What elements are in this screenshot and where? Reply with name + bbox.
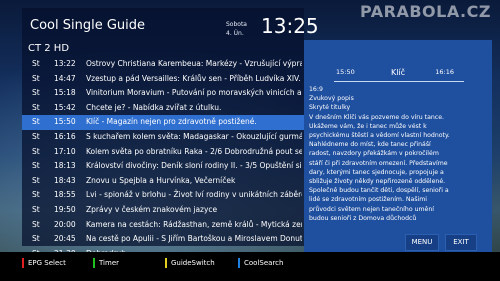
description-line: Nahlédneme do míst, kde tanec přináší [309, 141, 431, 149]
program-row[interactable]: St 18:13 Království divočiny: Deník sloní … [22, 159, 304, 174]
program-day: St [32, 219, 40, 229]
description-line: lidé se zdravotním postižením. Našimi [309, 196, 428, 204]
epg-guide-panel: Cool Single Guide Sobota 4. Ún. 13:25 CT… [22, 8, 319, 272]
program-time: 19:50 [54, 204, 76, 214]
description-line: průvodci světem nejen tanečního umění [309, 205, 434, 213]
program-time: 18:55 [54, 190, 76, 200]
program-day: St [32, 234, 40, 244]
program-time: 16:16 [54, 131, 76, 141]
description-line: sbližuje životy někdy nepřirozeně odděle… [309, 178, 446, 186]
program-day: St [32, 161, 40, 171]
clock: 13:25 [261, 14, 319, 38]
program-name: Kamera na cestách: Rádžasthan, země král… [86, 219, 302, 229]
program-name: Království divočiny: Deník sloní rodiny … [86, 161, 302, 171]
description-line: Ukážeme vám, že i tanec může vést k [309, 122, 427, 130]
program-day: St [32, 73, 40, 83]
program-end-time: 16:16 [435, 68, 454, 76]
program-time: 15:42 [54, 102, 76, 112]
program-name: Chcete je? - Nabídka zvířat z útulku. [86, 102, 222, 112]
color-key-label: EPG Select [28, 259, 66, 267]
program-day: St [32, 117, 40, 127]
color-key-swatch [22, 258, 24, 268]
description-line: Společně budou tančit děti, dospělí, sen… [309, 187, 449, 195]
program-day: St [32, 102, 40, 112]
program-name: Lvi - spionáž v brlohu - Život lví rodin… [86, 190, 302, 200]
description-line: V dnešním Klíči vás pozveme do víru tanc… [309, 113, 444, 121]
program-description: 16:9 Zvukový popis Skryté titulky V dnešním… [309, 85, 489, 223]
program-time: 17:10 [54, 146, 76, 156]
program-time: 14:47 [54, 73, 76, 83]
description-line: psychickému štěstí a vědomí vlastní hodn… [309, 132, 450, 140]
color-key-label: CoolSearch [244, 259, 284, 267]
date-label: 4. Ún. [226, 30, 244, 37]
program-name: Vinitorium Moravium - Putování po moravs… [86, 88, 302, 98]
program-row[interactable]: St 15:42 Chcete je? - Nabídka zvířat z útu… [22, 101, 304, 116]
program-row[interactable]: St 13:22 Ostrovy Christiana Karembeua: Mar… [22, 57, 304, 72]
program-row[interactable]: St 18:43 Znovu u Spejbla a Hurvínka, Večer… [22, 174, 304, 189]
program-row[interactable]: St 19:50 Zprávy v českém znakovém jazyce [22, 203, 304, 218]
program-list: St 13:22 Ostrovy Christiana Karembeua: Mar… [22, 57, 304, 276]
program-day: St [32, 204, 40, 214]
description-line: dary, kterými tanec sjednocuje, propojuj… [309, 168, 444, 176]
program-time: 18:13 [54, 161, 76, 171]
description-line: budou senioři z Domova důchodců [309, 214, 417, 222]
program-time: 15:50 [54, 117, 76, 127]
exit-button[interactable]: EXIT [445, 234, 477, 251]
date-display: Sobota 4. Ún. [226, 20, 247, 38]
color-key-label: GuideSwitch [171, 259, 215, 267]
color-key-swatch [93, 258, 95, 268]
program-day: St [32, 175, 40, 185]
program-row[interactable]: St 15:18 Vinitorium Moravium - Putování po… [22, 86, 304, 101]
program-day: St [32, 131, 40, 141]
program-row[interactable]: St 15:50 Klíč - Magazín nejen pro zdravotn… [22, 115, 304, 130]
program-progress-line [334, 81, 464, 82]
program-info-title: Klíč [390, 68, 406, 77]
channel-name: CT 2 HD [28, 43, 70, 54]
program-time: 20:45 [54, 234, 76, 244]
color-key-swatch [165, 258, 167, 268]
program-start-time: 15:50 [336, 68, 355, 76]
watermark-text: PARABOLA.CZ [360, 2, 491, 21]
program-time: 18:43 [54, 175, 76, 185]
program-day: St [32, 146, 40, 156]
program-time: 15:18 [54, 88, 76, 98]
description-line: Zvukový popis [309, 95, 354, 103]
program-name: Kolem světa po obratníku Raka - 2/6 Dobr… [86, 146, 302, 156]
description-line: Skryté titulky [309, 104, 351, 112]
program-name: Ostrovy Christiana Karembeua: Markézy - … [86, 59, 302, 68]
program-name: Znovu u Spejbla a Hurvínka, Večerníček [86, 175, 236, 185]
program-info-panel: Klíč 15:50 16:16 16:9 Zvukový popis Skryté… [304, 40, 492, 254]
program-name: Klíč - Magazín nejen pro zdravotně posti… [86, 117, 257, 127]
color-key-swatch [238, 258, 240, 268]
program-name: Zprávy v českém znakovém jazyce [86, 204, 218, 214]
program-time: 13:22 [54, 59, 76, 68]
program-row[interactable]: St 20:00 Kamera na cestách: Rádžasthan, ze… [22, 218, 304, 233]
program-day: St [32, 59, 40, 68]
description-line: 16:9 [309, 86, 323, 93]
description-line: radost, navzdory překážkám v pokročilém [309, 150, 439, 158]
menu-button[interactable]: MENU [405, 234, 439, 251]
weekday-label: Sobota [226, 21, 247, 28]
program-name: S kuchařem kolem světa: Madagaskar - Oko… [86, 131, 302, 141]
program-row[interactable]: St 18:55 Lvi - spionáž v brlohu - Život lv… [22, 188, 304, 203]
program-row[interactable]: St 16:16 S kuchařem kolem světa: Madagaska… [22, 130, 304, 145]
program-row[interactable]: St 14:47 Vzestup a pád Versailles: Králův … [22, 72, 304, 87]
program-time: 20:00 [54, 219, 76, 229]
color-key-bar: EPG Select Timer GuideSwitch CoolSearch [0, 252, 500, 281]
color-key-label: Timer [99, 259, 120, 267]
program-name: Na cestě po Apulii - S Jiřím Bartoškou a… [86, 234, 302, 244]
guide-title: Cool Single Guide [30, 18, 146, 33]
program-row[interactable]: St 17:10 Kolem světa po obratníku Raka - 2… [22, 145, 304, 160]
program-day: St [32, 88, 40, 98]
description-line: stáří či při zdravotním omezení. Předsta… [309, 159, 448, 167]
program-day: St [32, 190, 40, 200]
program-row[interactable]: St 20:45 Na cestě po Apulii - S Jiřím Bart… [22, 232, 304, 247]
program-name: Vzestup a pád Versailles: Králův sen - P… [86, 73, 302, 83]
